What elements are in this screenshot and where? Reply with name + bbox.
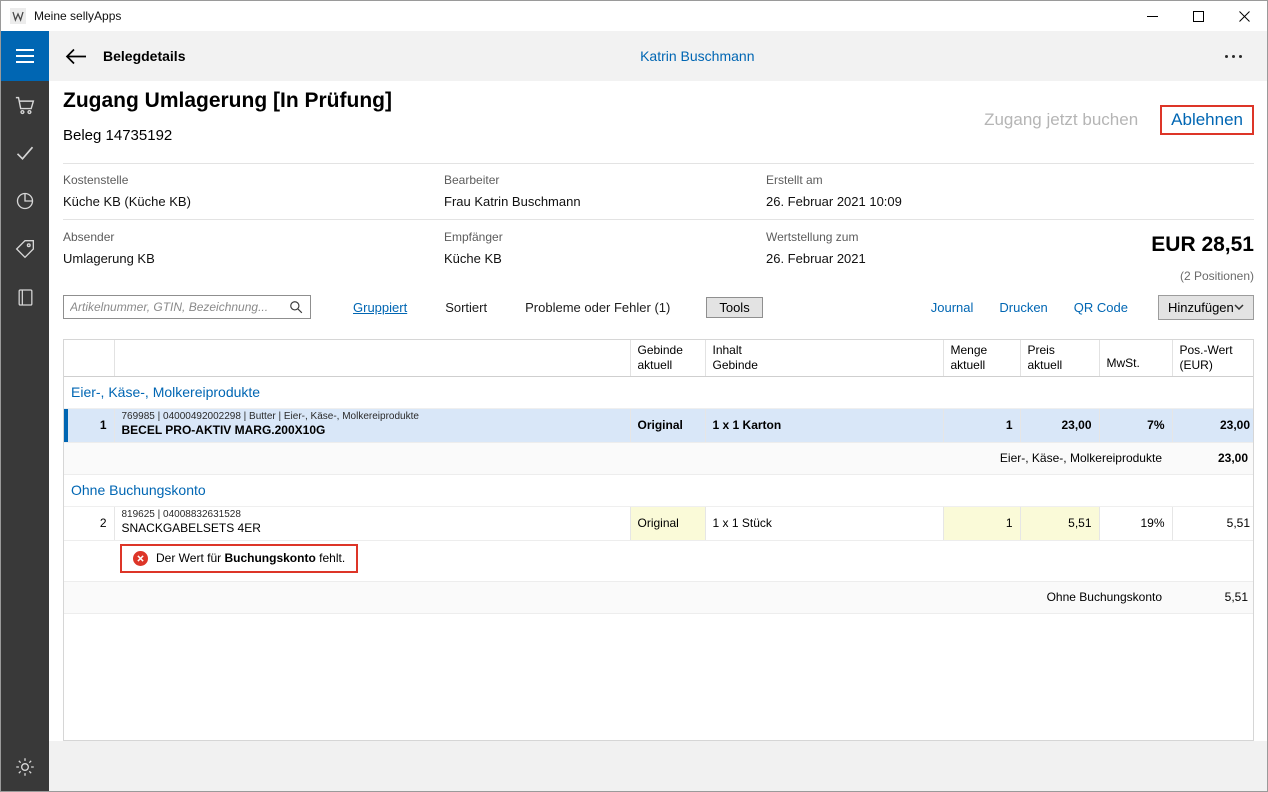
group-header-ohne-buchungskonto[interactable]: Ohne Buchungskonto xyxy=(64,474,1254,506)
cell-wert: 5,51 xyxy=(1172,506,1254,540)
hamburger-menu-button[interactable] xyxy=(1,31,49,81)
close-button[interactable] xyxy=(1221,2,1267,31)
positions-toolbar: Gruppiert Sortiert Probleme oder Fehler … xyxy=(63,293,1254,321)
pie-chart-icon xyxy=(15,191,35,211)
header-inhalt: Inhalt Gebinde xyxy=(705,340,943,376)
cell-mwst: 7% xyxy=(1099,408,1172,442)
document-details: Zugang Umlagerung [In Prüfung] Beleg 147… xyxy=(49,81,1267,741)
minimize-button[interactable] xyxy=(1129,2,1175,31)
cell-inhalt: 1 x 1 Karton xyxy=(705,408,943,442)
header-menge: Menge aktuell xyxy=(943,340,1020,376)
sidebar-item-articles[interactable] xyxy=(1,225,49,273)
more-options-button[interactable] xyxy=(1213,31,1253,81)
header-preis: Preis aktuell xyxy=(1020,340,1099,376)
row-number: 2 xyxy=(64,506,114,540)
cell-mwst: 19% xyxy=(1099,506,1172,540)
current-user-link[interactable]: Katrin Buschmann xyxy=(640,48,754,64)
header-wert: Pos.-Wert (EUR) xyxy=(1172,340,1254,376)
article-meta: 819625 | 04008832631528 xyxy=(122,509,623,522)
problems-filter[interactable]: Probleme oder Fehler (1) xyxy=(525,300,670,315)
qr-code-link[interactable]: QR Code xyxy=(1074,300,1128,315)
back-arrow-icon xyxy=(65,48,87,65)
cell-preis: 23,00 xyxy=(1020,408,1099,442)
cell-menge: 1 xyxy=(943,506,1020,540)
search-icon[interactable] xyxy=(282,300,310,314)
gear-icon xyxy=(15,757,35,777)
field-absender: Absender Umlagerung KB xyxy=(63,230,155,266)
sidebar-item-documents[interactable] xyxy=(1,273,49,321)
tools-button[interactable]: Tools xyxy=(706,297,762,318)
check-icon xyxy=(15,143,35,163)
reject-button[interactable]: Ablehnen xyxy=(1160,105,1254,135)
tag-icon xyxy=(15,239,35,259)
grouped-toggle[interactable]: Gruppiert xyxy=(353,300,407,315)
cell-wert: 23,00 xyxy=(1172,408,1254,442)
cell-menge: 1 xyxy=(943,408,1020,442)
group-header-molkereiprodukte[interactable]: Eier-, Käse-, Molkereiprodukte xyxy=(64,376,1254,408)
page-title: Belegdetails xyxy=(103,48,185,64)
cart-icon xyxy=(15,95,36,116)
document-title: Zugang Umlagerung [In Prüfung] xyxy=(63,89,392,113)
position-row-2[interactable]: 2 819625 | 04008832631528 SNACKGABELSETS… xyxy=(64,506,1254,540)
field-empfaenger: Empfänger Küche KB xyxy=(444,230,503,266)
appbar: Belegdetails Katrin Buschmann xyxy=(1,31,1267,81)
main-area: Zugang Umlagerung [In Prüfung] Beleg 147… xyxy=(49,81,1267,791)
cell-article: 819625 | 04008832631528 SNACKGABELSETS 4… xyxy=(114,506,630,540)
sidebar-item-approvals[interactable] xyxy=(1,129,49,177)
article-name: SNACKGABELSETS 4ER xyxy=(122,521,623,537)
field-kostenstelle: Kostenstelle Küche KB (Küche KB) xyxy=(63,173,191,209)
search-input[interactable] xyxy=(64,296,282,318)
titlebar: Meine sellyApps xyxy=(1,1,1267,31)
sidebar xyxy=(1,81,49,791)
add-dropdown-button[interactable]: Hinzufügen xyxy=(1158,295,1254,320)
toolbar-right: Journal Drucken QR Code Hinzufügen xyxy=(931,295,1254,320)
more-icon xyxy=(1225,55,1228,58)
validation-error-message: Der Wert für Buchungskonto fehlt. xyxy=(120,544,358,573)
cell-gebinde: Original xyxy=(630,408,705,442)
maximize-button[interactable] xyxy=(1175,2,1221,31)
cell-article: 769985 | 04000492002298 | Butter | Eier-… xyxy=(114,408,630,442)
document-actions: Zugang jetzt buchen Ablehnen xyxy=(984,105,1254,135)
cell-gebinde: Original xyxy=(630,506,705,540)
hamburger-icon xyxy=(16,49,34,63)
document-number: Beleg 14735192 xyxy=(63,127,172,144)
table-header-row: Gebinde aktuell Inhalt Gebinde Menge akt… xyxy=(64,340,1254,376)
window-title: Meine sellyApps xyxy=(34,9,121,23)
article-name: BECEL PRO-AKTIV MARG.200X10G xyxy=(122,423,623,439)
journal-link[interactable]: Journal xyxy=(931,300,974,315)
positions-table-container: Gebinde aktuell Inhalt Gebinde Menge akt… xyxy=(63,339,1254,741)
article-meta: 769985 | 04000492002298 | Butter | Eier-… xyxy=(122,411,623,424)
book-now-button[interactable]: Zugang jetzt buchen xyxy=(984,110,1138,130)
header-gebinde: Gebinde aktuell xyxy=(630,340,705,376)
chevron-down-icon xyxy=(1234,304,1244,310)
cell-preis: 5,51 xyxy=(1020,506,1099,540)
position-row-1[interactable]: 1 769985 | 04000492002298 | Butter | Eie… xyxy=(64,408,1254,442)
field-bearbeiter: Bearbeiter Frau Katrin Buschmann xyxy=(444,173,581,209)
sidebar-item-settings[interactable] xyxy=(1,743,49,791)
positions-table: Gebinde aktuell Inhalt Gebinde Menge akt… xyxy=(64,340,1254,614)
group-footer-ohne-buchungskonto: Ohne Buchungskonto 5,51 xyxy=(64,581,1254,613)
sidebar-item-statistics[interactable] xyxy=(1,177,49,225)
divider xyxy=(63,219,1254,220)
total-amount: EUR 28,51 xyxy=(1151,233,1254,257)
field-erstellt-am: Erstellt am 26. Februar 2021 10:09 xyxy=(766,173,902,209)
header-mwst: MwSt. xyxy=(1099,340,1172,376)
sidebar-item-cart[interactable] xyxy=(1,81,49,129)
group-footer-molkereiprodukte: Eier-, Käse-, Molkereiprodukte 23,00 xyxy=(64,442,1254,474)
cell-inhalt: 1 x 1 Stück xyxy=(705,506,943,540)
position-count: (2 Positionen) xyxy=(1180,269,1254,283)
app-window: Meine sellyApps Belegdetails Katrin Busc… xyxy=(0,0,1268,792)
book-icon xyxy=(16,288,35,307)
error-icon xyxy=(133,551,148,566)
print-link[interactable]: Drucken xyxy=(999,300,1047,315)
row-number: 1 xyxy=(64,408,114,442)
app-icon xyxy=(10,8,26,24)
validation-error-row: Der Wert für Buchungskonto fehlt. xyxy=(64,540,1254,581)
article-search xyxy=(63,295,311,319)
divider xyxy=(63,163,1254,164)
sorted-toggle[interactable]: Sortiert xyxy=(445,300,487,315)
field-wertstellung: Wertstellung zum 26. Februar 2021 xyxy=(766,230,866,266)
back-button[interactable] xyxy=(61,41,91,71)
